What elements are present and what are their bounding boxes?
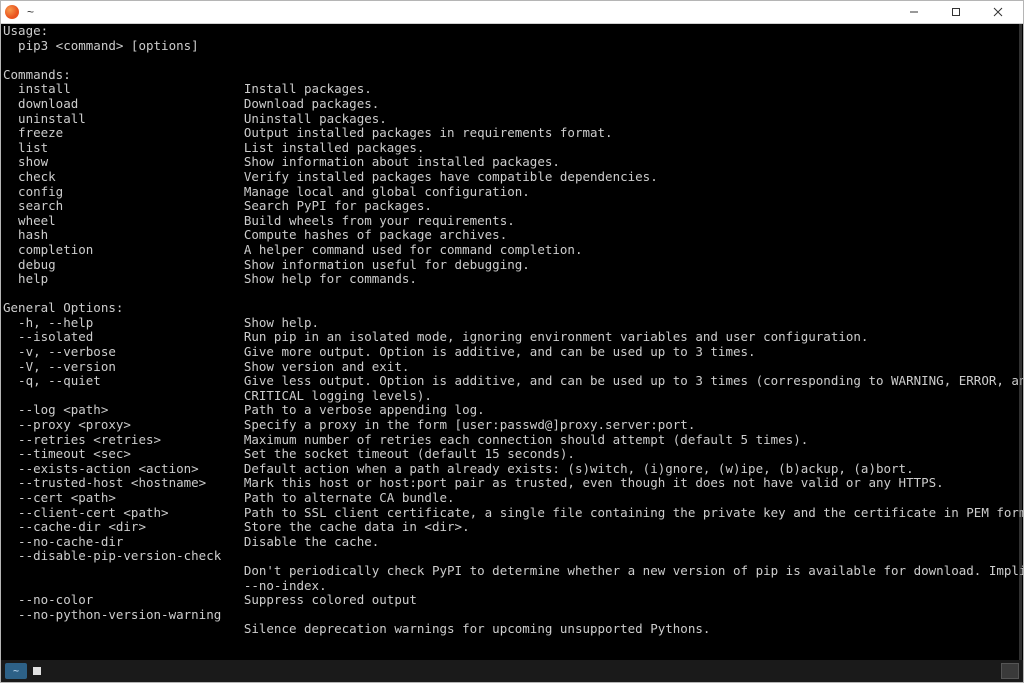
window-controls: [893, 1, 1019, 23]
terminal-icon: ~: [13, 666, 19, 677]
ubuntu-icon: [5, 5, 19, 19]
scrollbar-thumb[interactable]: [1019, 24, 1022, 660]
maximize-button[interactable]: [935, 1, 977, 23]
terminal-output: Usage: pip3 <command> [options] Commands…: [1, 24, 1023, 637]
taskbar-item-terminal[interactable]: ~: [5, 663, 27, 679]
app-window: ~ Usage: pip3 <command> [options] Comman…: [0, 0, 1024, 683]
close-button[interactable]: [977, 1, 1019, 23]
titlebar[interactable]: ~: [1, 1, 1023, 24]
minimize-button[interactable]: [893, 1, 935, 23]
scrollbar[interactable]: [1019, 24, 1022, 660]
titlebar-left: ~: [5, 5, 34, 19]
window-title: ~: [27, 5, 34, 19]
taskbar-tray-item[interactable]: [1001, 663, 1019, 679]
taskbar: ~: [1, 660, 1023, 682]
terminal[interactable]: Usage: pip3 <command> [options] Commands…: [1, 24, 1023, 682]
taskbar-cursor-block: [33, 667, 41, 675]
